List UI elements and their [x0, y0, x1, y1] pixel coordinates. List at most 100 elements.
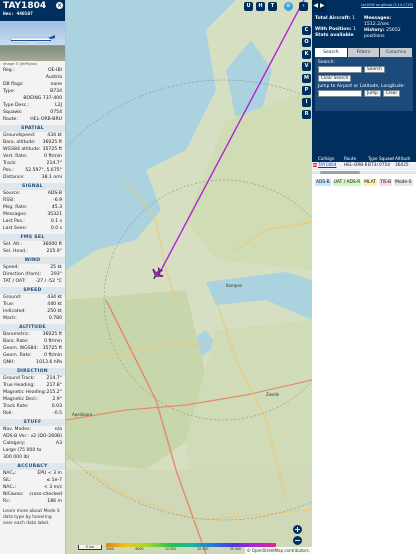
toggle-k[interactable]: K [302, 50, 311, 59]
info-row-value: -6.9 [53, 198, 62, 203]
close-icon[interactable]: × [56, 2, 63, 9]
info-row-label: Groundspeed: [3, 133, 36, 138]
info-row-value: 440 kt [47, 302, 62, 307]
aircraft-info-panel: TAY1804 Hex: 440107 × Image © JetPhotos … [0, 0, 66, 554]
info-row: Nav. Modes: n/a [0, 426, 65, 433]
info-row-label: Track Rate: [3, 404, 29, 409]
info-row-value: 52.597°, 5.675° [25, 168, 62, 173]
history-label: History: [364, 28, 385, 33]
info-row-label: Route: [3, 117, 18, 122]
tab-filters[interactable]: Filters [347, 48, 380, 57]
map-button-h[interactable]: H [256, 2, 265, 11]
info-row-label: TAT / OAT: [3, 279, 26, 284]
tab-search[interactable]: Search [315, 48, 347, 57]
zoom-in-button[interactable]: + [293, 525, 302, 534]
table-row[interactable]: TAY1804HEL-ORB-BRUB7340754 36025 [312, 162, 416, 170]
map-button-u[interactable]: U [244, 2, 253, 11]
info-row-value: v2 (DO-260B) [30, 434, 62, 439]
info-row-label: Geom. WGS84: [3, 346, 39, 351]
toggle-i[interactable]: I [302, 98, 311, 107]
info-row-value: 186 m [47, 499, 62, 504]
map-scale-bar: 5 km [78, 545, 102, 550]
info-row-label: Last Pos.: [3, 219, 25, 224]
info-row: Category: A3 [0, 440, 65, 447]
info-row-value: 38.1 nmi [41, 175, 62, 180]
tab-columns[interactable]: Columns [380, 48, 413, 57]
map-tiles[interactable] [66, 0, 312, 554]
map-view[interactable]: Kampen Apeldoorn Zwolle U H T ⚙ › + − 5 … [66, 0, 312, 554]
with-position-label: With Position: [315, 27, 352, 32]
info-row-value: -27 / -52 °C [35, 279, 62, 284]
info-row: Roll: -0.5 [0, 410, 65, 417]
search-input[interactable] [318, 66, 362, 73]
jump-button[interactable]: Jump [364, 90, 381, 97]
cell-callsign[interactable]: TAY1804 [317, 162, 343, 169]
info-row: Type: B734 [0, 88, 65, 95]
cell-altitude: 36025 [395, 163, 409, 168]
search-button[interactable]: Search [364, 66, 385, 73]
info-row-value: 25 kt [50, 265, 62, 270]
cell-squawk: 0754 [379, 163, 390, 168]
info-row-label: Large (75 000 to [3, 448, 42, 453]
map-attribution[interactable]: © OpenStreetMap contributors. [244, 547, 312, 554]
info-row: Speed: 25 kt [0, 264, 65, 271]
map-toggle-strip: COKVMPIR [301, 26, 312, 122]
aircraft-hex: Hex: 440107 [3, 12, 33, 17]
aircraft-photo[interactable] [0, 21, 65, 61]
sidebar-collapse-icon[interactable]: › [299, 2, 308, 11]
toggle-p[interactable]: P [302, 86, 311, 95]
aircraft-marker-icon[interactable] [150, 267, 164, 281]
jump-input[interactable] [318, 90, 362, 97]
toggle-r[interactable]: R [302, 110, 311, 119]
map-settings-icon[interactable]: ⚙ [284, 2, 293, 11]
source-badge: Mode-S [394, 179, 413, 186]
info-row-label: Msg. Rate: [3, 205, 28, 210]
info-row-value: 35725 ft [42, 346, 62, 351]
source-badge: MLAT [363, 179, 377, 186]
place-label-2: Apeldoorn [72, 412, 93, 417]
info-row: RSSI: -6.9 [0, 197, 65, 204]
info-row-value: 0.780 [48, 316, 62, 321]
section-header-accuracy: ACCURACY [0, 463, 65, 470]
info-row-label: Category: [3, 441, 26, 446]
info-row: Last Seen: 0.0 s [0, 225, 65, 232]
info-row-value: A3 [55, 441, 62, 446]
info-row: Austria [0, 74, 65, 81]
toggle-v[interactable]: V [302, 62, 311, 71]
info-row-label: Pos.: [3, 168, 14, 173]
messages-label: Messages: [364, 16, 392, 21]
aircraft-callsign: TAY1804 [3, 1, 47, 11]
info-row-label: Messages: [3, 212, 28, 217]
stats-available-link[interactable]: Stats available [315, 33, 354, 38]
info-row: Messages: 35321 [0, 211, 65, 218]
section-header-signal: SIGNAL [0, 183, 65, 190]
info-row: Baro. Rate: 0 ft/min [0, 338, 65, 345]
info-row-value: ADS-B [47, 191, 62, 196]
info-row: Last Pos.: 0.1 s [0, 218, 65, 225]
altitude-legend-label: 6000 [135, 547, 144, 551]
sidebar-expand-icon[interactable]: ◀ ▶ [312, 0, 326, 12]
clear-search-button[interactable]: Clear Search [318, 75, 352, 82]
toggle-c[interactable]: C [302, 26, 311, 35]
info-row-value: 215.2° [46, 390, 62, 395]
info-row-value: 45.3 [51, 205, 62, 210]
info-row: Baro. altitude: 36025 ft [0, 139, 65, 146]
section-header-spatial: SPATIAL [0, 125, 65, 132]
info-row-label: NACᵥ: [3, 485, 17, 490]
toggle-o[interactable]: O [302, 38, 311, 47]
tar1090-link[interactable]: tar1090 on github (3.14.1719) [361, 3, 413, 7]
search-panel: Search: Search Clear Search Jump to Airp… [315, 57, 413, 111]
info-row-label: Squawk: [3, 110, 23, 115]
table-horizontal-scrollbar[interactable] [312, 171, 416, 174]
info-row: QNH: 1013.6 hPa [0, 359, 65, 366]
info-row-label: Baro. altitude: [3, 140, 36, 145]
zoom-out-button[interactable]: − [293, 536, 302, 545]
info-row-value: none [50, 82, 62, 87]
info-row-value: 214.7° [46, 161, 62, 166]
map-button-t[interactable]: T [268, 2, 277, 11]
source-badge: TIS-B [378, 179, 393, 186]
toggle-m[interactable]: M [302, 74, 311, 83]
clear-jump-button[interactable]: Clear [382, 90, 401, 97]
altitude-legend-label: 30 000 [229, 547, 241, 551]
section-header-wind: WIND [0, 257, 65, 264]
